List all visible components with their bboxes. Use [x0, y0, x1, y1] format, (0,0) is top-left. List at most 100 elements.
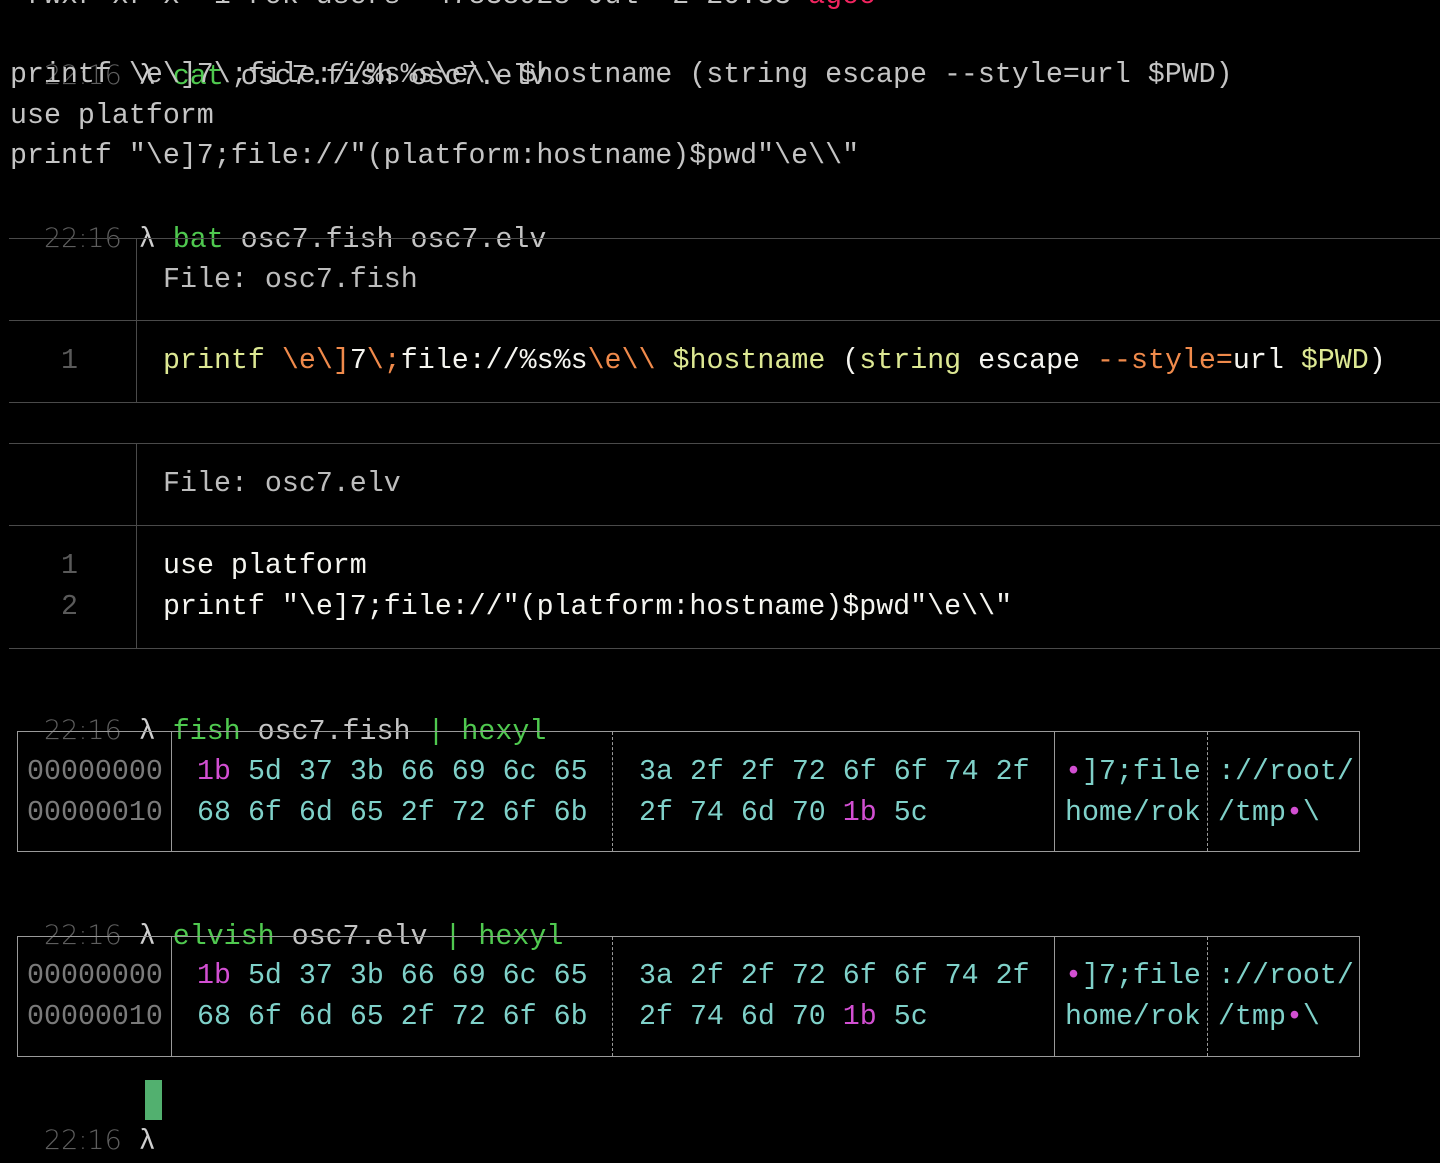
text-segment: url: [1232, 345, 1301, 377]
hex-offset: 00000000: [27, 960, 163, 992]
hex-chars: /tmp•\: [1218, 997, 1320, 1038]
output-line: use platform: [10, 96, 214, 137]
hex-chars: •]7;file: [1065, 752, 1201, 793]
hexyl-output: 00000000 00000010 1b 5d 37 3b 66 69 6c 6…: [17, 936, 1360, 1057]
text-segment: home/rok: [1065, 1001, 1201, 1033]
bat-divider: [9, 238, 1440, 239]
text-segment: escape: [961, 345, 1098, 377]
text-segment: ://root/: [1218, 960, 1354, 992]
hex-bytes: 68 6f 6d 65 2f 72 6f 6b: [197, 997, 588, 1038]
text-segment: 1b: [197, 960, 231, 992]
text-segment: string: [859, 345, 962, 377]
text-segment: 1b: [197, 756, 231, 788]
text-segment: (: [825, 345, 860, 377]
text-segment: \: [1302, 797, 1320, 829]
text-segment: 3a 2f 2f 72 6f 6f 74 2f: [639, 756, 1030, 788]
bat-code-line: printf "\e]7;file://"(platform:hostname)…: [163, 587, 1012, 628]
bat-code-line: printf \e\]7\;file://%s%s\e\\ $hostname …: [163, 341, 1386, 382]
hex-offset: 00000000: [27, 756, 163, 788]
output-line: printf \e\]7\;file://%s%s\e\\ $hostname …: [10, 55, 1233, 96]
text-segment: 2f 74 6d 70: [639, 1001, 843, 1033]
text-segment: /tmp: [1218, 1001, 1286, 1033]
text-segment: 5c: [876, 1001, 928, 1033]
bat-line-number: 1: [61, 550, 78, 582]
text-segment: 1b: [842, 797, 877, 829]
hex-chars: •]7;file: [1065, 956, 1201, 997]
bat-file-header: File: osc7.elv: [163, 468, 401, 500]
text-segment: $PWD: [1300, 345, 1369, 377]
text-segment: 5d 37 3b 66 69 6c 65: [230, 756, 588, 788]
text-segment: -rwxr-xr-x 1 rok users 47838928 Jul 2 20…: [10, 0, 808, 12]
text-segment: 2f 74 6d 70: [639, 797, 843, 829]
bat-gutter-divider: [136, 443, 137, 648]
hex-chars: /tmp•\: [1218, 793, 1320, 834]
text-segment: agoo: [808, 0, 876, 12]
hex-chars: home/rok: [1065, 997, 1201, 1038]
text-segment: ]7;file: [1081, 756, 1201, 788]
text-segment: [656, 345, 673, 377]
bat-divider: [9, 648, 1440, 649]
text-segment: \e\\: [587, 345, 656, 377]
prompt-line: 22:16 λ elvish osc7.elv | hexyl: [10, 874, 563, 953]
prompt-line: 22:16 λ cat osc7.fish osc7.elv: [10, 14, 546, 93]
hex-bytes: 2f 74 6d 70 1b 5c: [639, 793, 928, 834]
hex-bytes: 68 6f 6d 65 2f 72 6f 6b: [197, 793, 588, 834]
hexyl-output: 00000000 00000010 1b 5d 37 3b 66 69 6c 6…: [17, 731, 1360, 852]
hex-bytes: 3a 2f 2f 72 6f 6f 74 2f: [639, 752, 1030, 793]
text-segment: 1b: [842, 1001, 877, 1033]
bat-divider: [9, 402, 1440, 403]
text-segment: printf "\e]7;file://"(platform:hostname)…: [10, 140, 860, 172]
text-segment: 7: [349, 345, 367, 377]
prompt-line: 22:16 λ fish osc7.fish | hexyl: [10, 669, 546, 748]
bat-divider: [9, 525, 1440, 526]
text-segment: •: [1065, 960, 1082, 992]
hex-offset: 00000010: [27, 1001, 163, 1033]
bat-line-number: 1: [61, 345, 78, 377]
hex-bytes: 2f 74 6d 70 1b 5c: [639, 997, 928, 1038]
text-segment: use platform: [163, 550, 367, 582]
text-segment: •: [1065, 756, 1082, 788]
bat-divider: [9, 443, 1440, 444]
prompt-time: 22:16: [43, 1125, 122, 1156]
text-segment: file://%s%s: [400, 345, 588, 377]
text-segment: \: [1302, 1001, 1320, 1033]
hex-chars: ://root/: [1218, 956, 1354, 997]
bat-file-header: File: osc7.fish: [163, 264, 418, 296]
text-segment: printf \e\]7\;file://%s%s\e\\ $hostname …: [10, 59, 1233, 91]
bat-line-number: 2: [61, 591, 78, 623]
text-segment: home/rok: [1065, 797, 1201, 829]
hex-bytes: 1b 5d 37 3b 66 69 6c 65: [197, 752, 588, 793]
text-segment: 3a 2f 2f 72 6f 6f 74 2f: [639, 960, 1030, 992]
hex-chars: home/rok: [1065, 793, 1201, 834]
output-line: printf "\e]7;file://"(platform:hostname)…: [10, 136, 859, 177]
text-segment: 5c: [876, 797, 928, 829]
bat-divider: [9, 320, 1440, 321]
text-segment: --style=: [1097, 345, 1233, 377]
terminal-cursor[interactable]: [145, 1080, 162, 1120]
prompt-line[interactable]: 22:16 λ: [10, 1079, 156, 1158]
hex-bytes: 1b 5d 37 3b 66 69 6c 65: [197, 956, 588, 997]
text-segment: /tmp: [1218, 797, 1286, 829]
text-segment: •: [1285, 1001, 1303, 1033]
hex-bytes: 3a 2f 2f 72 6f 6f 74 2f: [639, 956, 1030, 997]
text-segment: bat: [172, 224, 224, 256]
text-segment: 5d 37 3b 66 69 6c 65: [230, 960, 588, 992]
text-segment: printf: [163, 345, 265, 377]
text-segment: ]7;file: [1081, 960, 1201, 992]
text-segment: use platform: [10, 100, 214, 132]
command: bat osc7.fish osc7.elv: [173, 224, 547, 256]
text-segment: [265, 345, 282, 377]
text-segment: •: [1285, 797, 1303, 829]
text-segment: osc7.fish osc7.elv: [223, 224, 547, 256]
hex-offset: 00000010: [27, 797, 163, 829]
text-segment: printf "\e]7;file://"(platform:hostname)…: [163, 591, 1013, 623]
prompt-line: 22:16 λ bat osc7.fish osc7.elv: [10, 177, 546, 256]
text-segment: \;: [366, 345, 401, 377]
text-segment: 68 6f 6d 65 2f 72 6f 6b: [197, 1001, 588, 1033]
prompt-symbol: λ: [138, 224, 156, 256]
text-segment: ): [1368, 345, 1386, 377]
text-segment: $hostname: [672, 345, 826, 377]
bat-code-line: use platform: [163, 546, 367, 587]
text-segment: \e\]: [281, 345, 350, 377]
text-segment: ://root/: [1218, 756, 1354, 788]
